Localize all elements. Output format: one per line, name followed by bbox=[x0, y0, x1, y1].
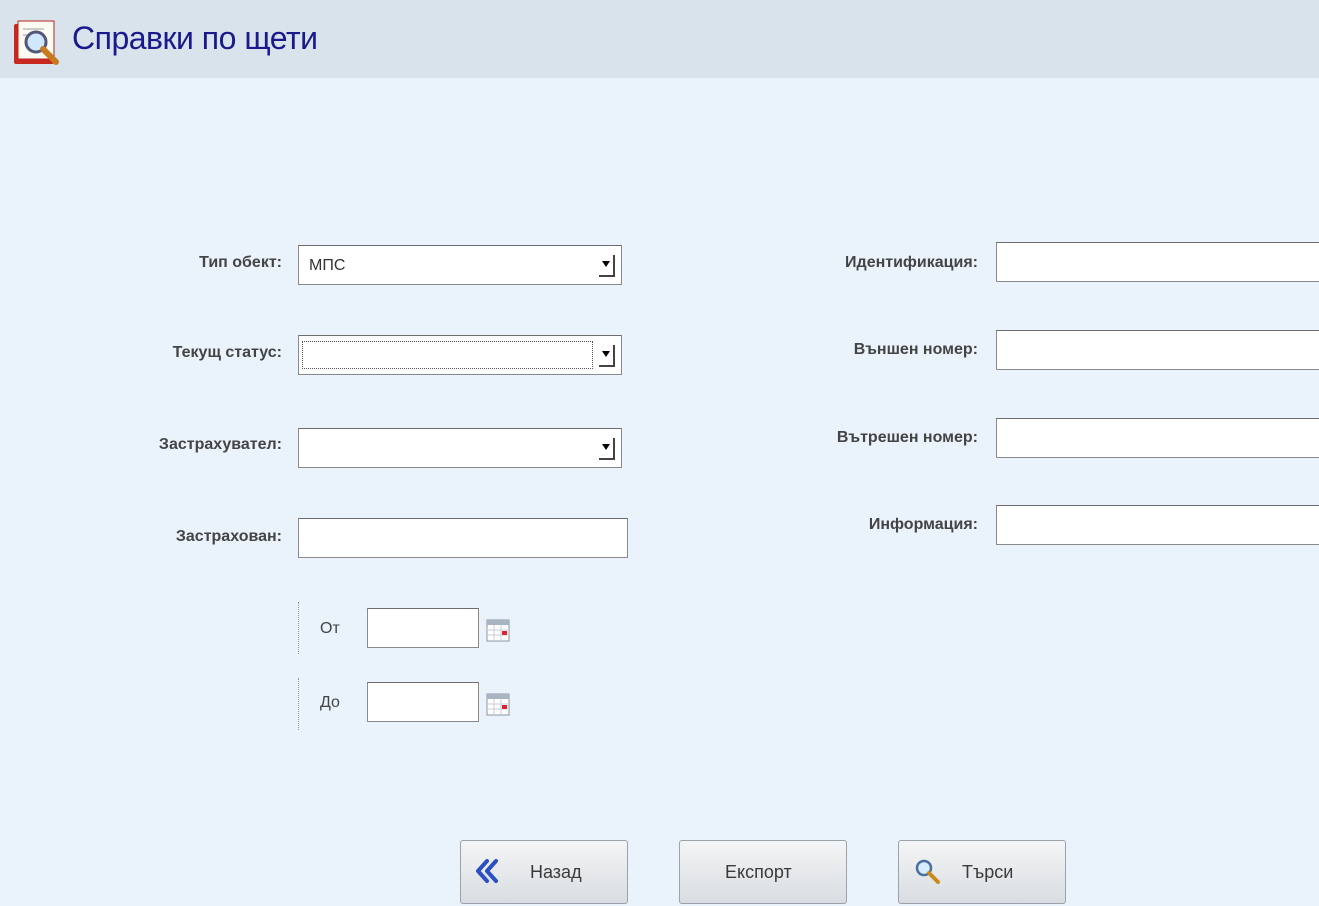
date-to-input[interactable] bbox=[367, 682, 479, 722]
vatreshen-nomer-input[interactable] bbox=[996, 418, 1319, 458]
identifikacia-input[interactable] bbox=[996, 242, 1319, 282]
vanshen-nomer-input[interactable] bbox=[996, 330, 1319, 370]
identifikacia-label: Идентификация: bbox=[845, 254, 978, 271]
calendar-icon[interactable] bbox=[486, 692, 510, 716]
date-from-label: От bbox=[320, 620, 340, 637]
page-header: Справки по щети bbox=[0, 0, 1319, 78]
zastrahovan-label: Застрахован: bbox=[175, 528, 282, 545]
zastrahovatel-label: Застрахувател: bbox=[158, 436, 282, 453]
chevron-down-icon[interactable] bbox=[599, 255, 615, 277]
export-button[interactable]: Експорт bbox=[679, 840, 847, 904]
search-button-label: Търси bbox=[962, 862, 1014, 882]
page-title: Справки по щети bbox=[72, 20, 318, 56]
tekusht-status-select[interactable] bbox=[298, 335, 622, 375]
magnifier-icon bbox=[915, 859, 940, 884]
informacia-input[interactable] bbox=[996, 505, 1319, 545]
informacia-label: Информация: bbox=[868, 516, 978, 533]
date-from-input[interactable] bbox=[367, 608, 479, 648]
chevron-down-icon[interactable] bbox=[599, 438, 615, 460]
vatreshen-nomer-label: Вътрешен номер: bbox=[836, 429, 978, 446]
date-from-divider bbox=[298, 602, 299, 654]
back-button[interactable]: Назад bbox=[460, 840, 628, 904]
date-to-label: До bbox=[320, 694, 340, 711]
export-button-label: Експорт bbox=[725, 862, 792, 882]
tip-obekt-select[interactable]: МПС bbox=[298, 245, 622, 285]
vanshen-nomer-label: Външен номер: bbox=[853, 341, 978, 358]
calendar-icon[interactable] bbox=[486, 618, 510, 642]
search-button[interactable]: Търси bbox=[898, 840, 1066, 904]
tip-obekt-value: МПС bbox=[309, 257, 346, 274]
focus-ring bbox=[302, 341, 593, 369]
back-button-label: Назад bbox=[530, 862, 582, 882]
book-search-icon bbox=[14, 20, 59, 65]
date-to-divider bbox=[298, 678, 299, 730]
double-chevron-left-icon bbox=[476, 859, 498, 883]
zastrahovatel-select[interactable] bbox=[298, 428, 622, 468]
tip-obekt-label: Тип обект: bbox=[199, 254, 282, 271]
tekusht-status-label: Текущ статус: bbox=[172, 344, 282, 361]
chevron-down-icon[interactable] bbox=[599, 345, 615, 367]
zastrahovan-input[interactable] bbox=[298, 518, 628, 558]
